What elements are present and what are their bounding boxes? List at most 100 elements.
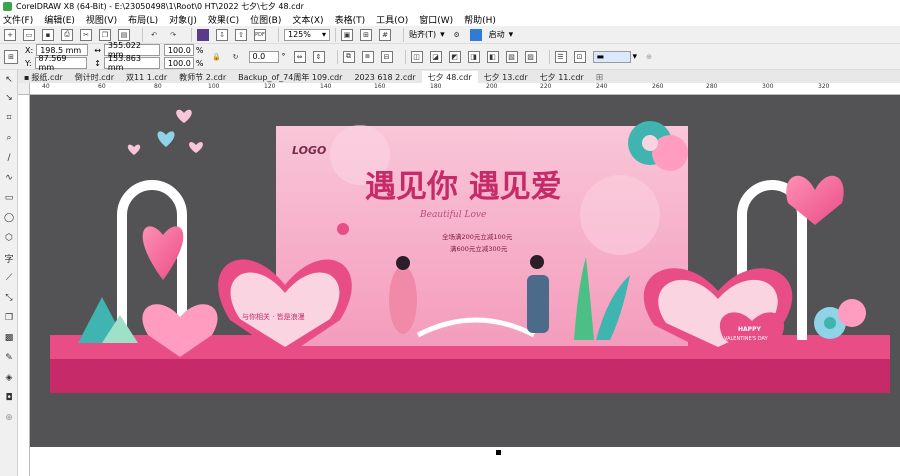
- copy-icon[interactable]: ❐: [99, 28, 111, 41]
- undo-icon[interactable]: ↶: [148, 29, 160, 41]
- menu-layout[interactable]: 布局(L): [128, 13, 158, 26]
- tab-doc[interactable]: 双11 1.cdr: [120, 71, 173, 83]
- tab-doc-active[interactable]: 七夕 48.cdr: [421, 71, 478, 83]
- tab-doc[interactable]: 倒计时.cdr: [69, 71, 120, 83]
- menu-text[interactable]: 文本(X): [292, 13, 323, 26]
- menu-bar: 文件(F) 编辑(E) 视图(V) 布局(L) 对象(J) 效果(C) 位图(B…: [0, 12, 900, 26]
- menu-view[interactable]: 视图(V): [86, 13, 117, 26]
- connector-tool-icon[interactable]: ⤡: [3, 292, 15, 304]
- mirror-vertical-icon[interactable]: ⇕: [312, 50, 325, 63]
- options-gear-icon[interactable]: ⚙: [451, 29, 463, 41]
- height-field[interactable]: 153.863 mm: [103, 54, 160, 72]
- menu-table[interactable]: 表格(T): [335, 13, 366, 26]
- tab-doc[interactable]: ▪ 报纸.cdr: [18, 71, 69, 83]
- vertical-ruler[interactable]: [18, 95, 30, 476]
- import-icon[interactable]: ⇩: [216, 28, 228, 41]
- new-document-icon[interactable]: +: [4, 28, 16, 41]
- simplify-icon[interactable]: ▧: [505, 50, 518, 63]
- outline-width-field[interactable]: ▬: [592, 50, 631, 63]
- launch-button[interactable]: 启动: [489, 29, 505, 40]
- artistic-media-icon[interactable]: ∿: [3, 172, 15, 184]
- quick-customize-add-icon[interactable]: ⊕: [643, 51, 655, 63]
- group-icon[interactable]: ⧉: [342, 50, 355, 63]
- y-label: Y:: [25, 58, 32, 68]
- show-grid-icon[interactable]: #: [379, 28, 391, 41]
- export-icon[interactable]: ⇧: [235, 28, 247, 41]
- new-tab-plus-icon[interactable]: ⊞: [596, 73, 604, 83]
- tab-doc[interactable]: 七夕 13.cdr: [478, 71, 534, 83]
- drawing-canvas[interactable]: LOGO 遇见你 遇见爱 Beautiful Love 全场满200元立减100…: [30, 95, 900, 476]
- cut-icon[interactable]: ✂: [80, 28, 92, 41]
- create-boundary-icon[interactable]: ⊡: [573, 50, 586, 63]
- menu-window[interactable]: 窗口(W): [419, 13, 453, 26]
- align-distribute-icon[interactable]: ☰: [554, 50, 567, 63]
- height-icon: ↕: [94, 58, 101, 68]
- interactive-fill-icon[interactable]: ◈: [3, 372, 15, 384]
- ungroup-icon[interactable]: ⧈: [361, 50, 374, 63]
- text-tool-icon[interactable]: 字: [3, 252, 15, 265]
- scale-width-field[interactable]: 100.0: [163, 44, 194, 56]
- zoom-level-field[interactable]: 125% ▾: [284, 28, 330, 41]
- intersect-icon[interactable]: ◧: [486, 50, 499, 63]
- open-icon[interactable]: ▭: [23, 28, 35, 41]
- tab-doc[interactable]: Backup_of_74周年 109.cdr: [232, 71, 348, 83]
- rectangle-tool-icon[interactable]: ▭: [3, 192, 15, 204]
- show-rulers-icon[interactable]: ⊞: [360, 28, 372, 41]
- ungroup-all-icon[interactable]: ⊟: [380, 50, 393, 63]
- chevron-down-icon: ▾: [632, 51, 638, 62]
- valentines-text: VALENTINE'S DAY: [724, 336, 769, 342]
- design-artwork[interactable]: LOGO 遇见你 遇见爱 Beautiful Love 全场满200元立减100…: [30, 95, 900, 447]
- freehand-tool-icon[interactable]: ∕: [3, 152, 15, 164]
- heart-balloon: [337, 223, 349, 235]
- lock-ratio-icon[interactable]: 🔒: [211, 51, 223, 63]
- polygon-tool-icon[interactable]: ⬡: [3, 232, 15, 244]
- combine-icon[interactable]: ◫: [410, 50, 423, 63]
- menu-file[interactable]: 文件(F): [3, 13, 33, 26]
- horizontal-ruler[interactable]: 40 60 80 100 120 140 160 180 200 220 240…: [30, 83, 900, 95]
- menu-help[interactable]: 帮助(H): [464, 13, 496, 26]
- paste-icon[interactable]: ▤: [118, 28, 130, 41]
- rotation-angle-field[interactable]: 0.0: [248, 50, 279, 63]
- weld-icon[interactable]: ◩: [448, 50, 461, 63]
- scale-height-field[interactable]: 100.0: [163, 57, 194, 69]
- rotation-icon[interactable]: ↻: [230, 51, 242, 63]
- shape-tool-icon[interactable]: ↘: [3, 92, 15, 104]
- smart-fill-icon[interactable]: ◘: [3, 392, 15, 404]
- full-screen-preview-icon[interactable]: ▣: [341, 28, 353, 41]
- width-icon: ↔: [94, 45, 101, 55]
- launch-icon[interactable]: [469, 28, 482, 41]
- menu-edit[interactable]: 编辑(E): [44, 13, 75, 26]
- ruler-tick: 40: [42, 83, 50, 90]
- menu-bitmaps[interactable]: 位图(B): [250, 13, 281, 26]
- front-minus-back-icon[interactable]: ▨: [524, 50, 537, 63]
- publish-pdf-icon[interactable]: PDF: [254, 28, 266, 41]
- print-icon[interactable]: ⎙: [61, 28, 73, 41]
- trim-icon[interactable]: ◨: [467, 50, 480, 63]
- menu-object[interactable]: 对象(J): [169, 13, 197, 26]
- tab-doc[interactable]: 2023 618 2.cdr: [348, 71, 421, 83]
- tab-doc[interactable]: 教师节 2.cdr: [173, 71, 232, 83]
- transparency-tool-icon[interactable]: ▩: [3, 332, 15, 344]
- snap-to-button[interactable]: 贴齐(T): [409, 29, 436, 40]
- ruler-tick: 280: [706, 83, 718, 90]
- drop-shadow-tool-icon[interactable]: ❒: [3, 312, 15, 324]
- y-position-field[interactable]: 87.569 mm: [34, 54, 87, 72]
- redo-icon[interactable]: ↷: [167, 29, 179, 41]
- add-tool-icon[interactable]: ⊕: [3, 412, 15, 424]
- search-content-icon[interactable]: [197, 28, 209, 41]
- parallel-dimension-icon[interactable]: ⟋: [3, 272, 15, 284]
- break-apart-icon[interactable]: ◪: [429, 50, 442, 63]
- ellipse-tool-icon[interactable]: ◯: [3, 212, 15, 224]
- ruler-tick: 120: [264, 83, 276, 90]
- menu-tools[interactable]: 工具(O): [376, 13, 408, 26]
- save-icon[interactable]: ▪: [42, 28, 54, 41]
- tab-doc[interactable]: 七夕 11.cdr: [534, 71, 590, 83]
- eyedropper-tool-icon[interactable]: ✎: [3, 352, 15, 364]
- mirror-horizontal-icon[interactable]: ⇔: [293, 50, 306, 63]
- ruler-corner[interactable]: [18, 83, 30, 95]
- crop-tool-icon[interactable]: ⌗: [3, 112, 15, 124]
- zoom-tool-icon[interactable]: ⌕: [3, 132, 15, 144]
- menu-effects[interactable]: 效果(C): [208, 13, 239, 26]
- object-origin-icon[interactable]: ⊞: [4, 49, 18, 64]
- pick-tool-icon[interactable]: ↖: [3, 74, 15, 86]
